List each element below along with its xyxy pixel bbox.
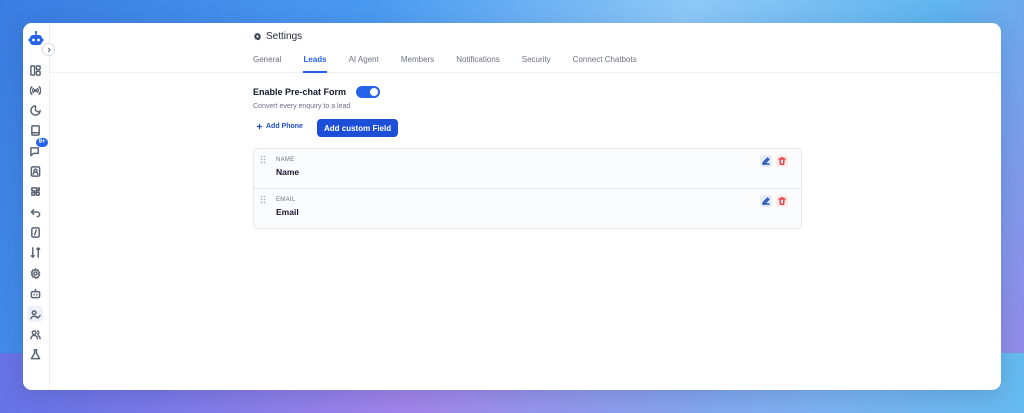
add-phone-label: Add Phone [266, 123, 303, 130]
page-title: Settings [253, 31, 302, 42]
lead-fields-list: NAME Name EMAIL Email [253, 148, 802, 229]
workflow-icon [30, 246, 40, 258]
book-icon [30, 124, 40, 136]
plus-icon [256, 123, 263, 130]
edit-field-button[interactable] [760, 195, 772, 207]
pencil-icon [762, 157, 770, 165]
nav-leads[interactable] [27, 306, 43, 322]
nav-settings[interactable] [27, 265, 43, 281]
bot-logo-icon[interactable] [28, 31, 44, 47]
nav-bot[interactable] [27, 285, 43, 301]
field-label: Email [276, 207, 299, 217]
chat-badge: 9+ [36, 138, 48, 147]
nav-integrations[interactable] [27, 183, 43, 199]
broadcast-icon [29, 85, 41, 95]
nav-back[interactable] [27, 204, 43, 220]
drag-handle-icon[interactable] [260, 155, 266, 164]
analytics-icon [29, 104, 41, 116]
settings-icon [30, 267, 40, 279]
lead-user-icon [29, 309, 41, 319]
sidebar-expand-button[interactable] [42, 43, 55, 56]
flask-icon [30, 348, 40, 359]
tab-ai-agent[interactable]: AI Agent [349, 55, 379, 73]
sidebar: 9+ [23, 23, 55, 390]
nav-broadcast[interactable] [27, 82, 43, 98]
pencil-icon [762, 197, 770, 205]
nav-documents[interactable] [27, 224, 43, 240]
field-row-name: NAME Name [254, 149, 801, 188]
tab-security[interactable]: Security [522, 55, 551, 73]
dashboard-icon [29, 64, 41, 76]
toggle-knob [370, 88, 378, 96]
integrations-icon [30, 186, 40, 196]
nav-contacts[interactable] [27, 163, 43, 179]
drag-handle-icon[interactable] [260, 195, 266, 204]
prechat-form-title: Enable Pre-chat Form [253, 87, 347, 97]
tab-notifications[interactable]: Notifications [456, 55, 500, 73]
gear-icon [254, 32, 261, 41]
edit-field-button[interactable] [760, 155, 772, 167]
field-key: EMAIL [276, 197, 296, 203]
field-key: NAME [276, 157, 295, 163]
trash-icon [778, 197, 786, 205]
undo-icon [30, 208, 40, 217]
app-window: 9+ Settings General Leads AI Agent Membe… [23, 23, 1001, 390]
nav-chats[interactable]: 9+ [27, 138, 48, 159]
chevron-right-icon [47, 47, 51, 52]
document-icon [30, 226, 40, 238]
field-label: Name [276, 167, 300, 177]
settings-tabs: General Leads AI Agent Members Notificat… [253, 55, 659, 73]
contacts-icon [30, 165, 40, 177]
nav-analytics[interactable] [27, 102, 43, 118]
chat-icon [29, 146, 39, 156]
tab-general[interactable]: General [253, 55, 281, 73]
trash-icon [778, 157, 786, 165]
page-title-text: Settings [266, 31, 303, 42]
delete-field-button[interactable] [776, 195, 788, 207]
prechat-form-subtitle: Convert every enquiry to a lead [253, 103, 351, 110]
nav-team[interactable] [27, 326, 43, 342]
nav-dashboard[interactable] [27, 62, 43, 78]
nav-knowledge[interactable] [27, 122, 43, 138]
add-custom-field-button[interactable]: Add custom Field [317, 119, 399, 137]
add-phone-button[interactable]: Add Phone [256, 123, 303, 130]
nav-workflow[interactable] [27, 244, 43, 260]
tab-members[interactable]: Members [401, 55, 434, 73]
nav-lab[interactable] [27, 346, 43, 362]
team-icon [29, 329, 41, 339]
field-row-email: EMAIL Email [254, 188, 801, 228]
prechat-form-toggle[interactable] [356, 86, 380, 98]
tab-leads[interactable]: Leads [303, 55, 327, 73]
tab-connect-chatbots[interactable]: Connect Chatbots [573, 55, 637, 73]
delete-field-button[interactable] [776, 155, 788, 167]
bot-icon [30, 288, 40, 298]
